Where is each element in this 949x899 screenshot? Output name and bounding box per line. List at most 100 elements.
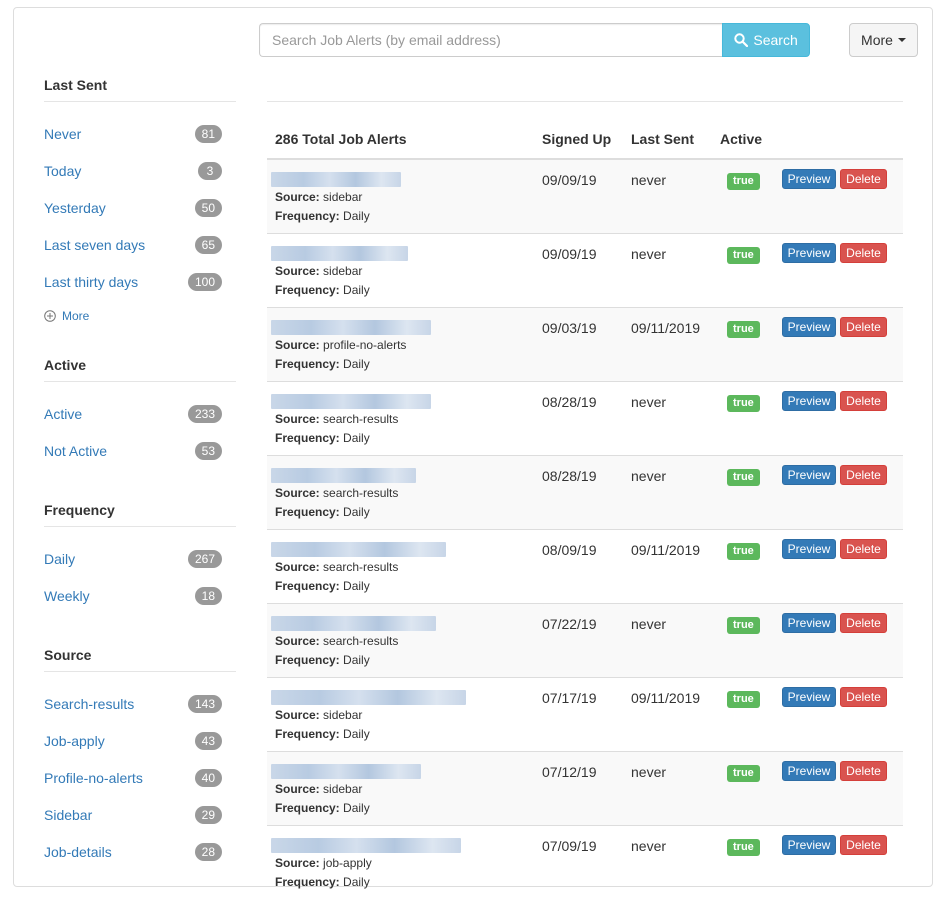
active-status-badge: true bbox=[727, 469, 760, 486]
count-badge: 81 bbox=[194, 125, 222, 143]
redacted-email bbox=[271, 764, 421, 779]
last-sent-value: never bbox=[631, 468, 667, 484]
preview-button[interactable]: Preview bbox=[782, 391, 836, 411]
facet-link[interactable]: Job-details bbox=[44, 844, 112, 860]
source-value: sidebar bbox=[323, 190, 363, 204]
preview-button[interactable]: Preview bbox=[782, 465, 836, 485]
count-badge: 3 bbox=[198, 162, 222, 180]
frequency-label: Frequency: bbox=[275, 653, 340, 667]
delete-button[interactable]: Delete bbox=[840, 539, 887, 559]
facet-item-job-details[interactable]: Job-details 28 bbox=[44, 841, 222, 863]
facet-item-job-apply[interactable]: Job-apply 43 bbox=[44, 730, 222, 752]
search-input[interactable] bbox=[259, 23, 723, 57]
facet-item-sidebar[interactable]: Sidebar 29 bbox=[44, 804, 222, 826]
delete-button[interactable]: Delete bbox=[840, 465, 887, 485]
source-line: Source: search-results bbox=[275, 412, 398, 426]
facet-link[interactable]: Profile-no-alerts bbox=[44, 770, 143, 786]
delete-button[interactable]: Delete bbox=[840, 169, 887, 189]
table-row: Source: search-results Frequency: Daily 08… bbox=[267, 529, 903, 603]
delete-button[interactable]: Delete bbox=[840, 835, 887, 855]
frequency-line: Frequency: Daily bbox=[275, 209, 370, 223]
facet-link[interactable]: Active bbox=[44, 406, 82, 422]
more-dropdown-button[interactable]: More bbox=[849, 23, 918, 57]
signed-up-date: 07/12/19 bbox=[542, 764, 597, 780]
search-button[interactable]: Search bbox=[722, 23, 810, 57]
redacted-email bbox=[271, 468, 416, 483]
source-value: search-results bbox=[323, 560, 399, 574]
facet-item-today[interactable]: Today 3 bbox=[44, 160, 222, 182]
facet-link[interactable]: Job-apply bbox=[44, 733, 105, 749]
facet-item-weekly[interactable]: Weekly 18 bbox=[44, 585, 222, 607]
facet-link[interactable]: Last seven days bbox=[44, 237, 145, 253]
preview-button[interactable]: Preview bbox=[782, 317, 836, 337]
facet-link[interactable]: Weekly bbox=[44, 588, 90, 604]
facet-title-source: Source bbox=[44, 647, 236, 672]
facet-item-profile-no-alerts[interactable]: Profile-no-alerts 40 bbox=[44, 767, 222, 789]
facet-link[interactable]: Never bbox=[44, 126, 81, 142]
source-label: Source: bbox=[275, 264, 320, 278]
frequency-value: Daily bbox=[343, 727, 370, 741]
count-badge: 28 bbox=[194, 843, 222, 861]
last-sent-value: never bbox=[631, 394, 667, 410]
facet-item-last-thirty-days[interactable]: Last thirty days 100 bbox=[44, 271, 222, 293]
active-status-badge: true bbox=[727, 765, 760, 782]
facet-item-search-results[interactable]: Search-results 143 bbox=[44, 693, 222, 715]
frequency-line: Frequency: Daily bbox=[275, 431, 370, 445]
preview-button[interactable]: Preview bbox=[782, 613, 836, 633]
delete-button[interactable]: Delete bbox=[840, 243, 887, 263]
header-signed-up: Signed Up bbox=[542, 131, 612, 147]
facet-more-link[interactable]: More bbox=[44, 309, 89, 323]
signed-up-date: 09/09/19 bbox=[542, 246, 597, 262]
active-status-badge: true bbox=[727, 395, 760, 412]
signed-up-date: 07/17/19 bbox=[542, 690, 597, 706]
active-status-badge: true bbox=[727, 617, 760, 634]
facet-link[interactable]: Today bbox=[44, 163, 81, 179]
facet-item-active[interactable]: Active 233 bbox=[44, 403, 222, 425]
redacted-email bbox=[271, 838, 461, 853]
facet-title-frequency: Frequency bbox=[44, 502, 236, 527]
source-label: Source: bbox=[275, 486, 320, 500]
table-row: Source: sidebar Frequency: Daily 07/12/19 n… bbox=[267, 751, 903, 825]
delete-button[interactable]: Delete bbox=[840, 391, 887, 411]
source-line: Source: sidebar bbox=[275, 708, 362, 722]
signed-up-date: 07/09/19 bbox=[542, 838, 597, 854]
facet-item-last-seven-days[interactable]: Last seven days 65 bbox=[44, 234, 222, 256]
more-button-label: More bbox=[861, 32, 893, 48]
frequency-label: Frequency: bbox=[275, 801, 340, 815]
frequency-line: Frequency: Daily bbox=[275, 801, 370, 815]
preview-button[interactable]: Preview bbox=[782, 539, 836, 559]
count-badge: 100 bbox=[187, 273, 222, 291]
delete-button[interactable]: Delete bbox=[840, 761, 887, 781]
preview-button[interactable]: Preview bbox=[782, 835, 836, 855]
facet-link[interactable]: Yesterday bbox=[44, 200, 106, 216]
divider bbox=[267, 101, 903, 102]
source-value: sidebar bbox=[323, 782, 363, 796]
source-line: Source: sidebar bbox=[275, 264, 362, 278]
facet-link[interactable]: Sidebar bbox=[44, 807, 92, 823]
facet-item-yesterday[interactable]: Yesterday 50 bbox=[44, 197, 222, 219]
preview-button[interactable]: Preview bbox=[782, 169, 836, 189]
facet-link[interactable]: Daily bbox=[44, 551, 75, 567]
last-sent-value: never bbox=[631, 764, 667, 780]
frequency-value: Daily bbox=[343, 209, 370, 223]
facet-item-daily[interactable]: Daily 267 bbox=[44, 548, 222, 570]
facet-link[interactable]: Not Active bbox=[44, 443, 107, 459]
preview-button[interactable]: Preview bbox=[782, 243, 836, 263]
signed-up-date: 08/28/19 bbox=[542, 468, 597, 484]
source-label: Source: bbox=[275, 856, 320, 870]
facet-item-never[interactable]: Never 81 bbox=[44, 123, 222, 145]
facet-link[interactable]: Last thirty days bbox=[44, 274, 138, 290]
delete-button[interactable]: Delete bbox=[840, 317, 887, 337]
delete-button[interactable]: Delete bbox=[840, 613, 887, 633]
preview-button[interactable]: Preview bbox=[782, 687, 836, 707]
count-badge: 50 bbox=[194, 199, 222, 217]
last-sent-value: 09/11/2019 bbox=[631, 320, 701, 336]
source-value: sidebar bbox=[323, 708, 363, 722]
facet-link[interactable]: Search-results bbox=[44, 696, 134, 712]
preview-button[interactable]: Preview bbox=[782, 761, 836, 781]
delete-button[interactable]: Delete bbox=[840, 687, 887, 707]
table-row: Source: search-results Frequency: Daily 08… bbox=[267, 455, 903, 529]
redacted-email bbox=[271, 542, 446, 557]
source-line: Source: search-results bbox=[275, 560, 398, 574]
facet-item-not-active[interactable]: Not Active 53 bbox=[44, 440, 222, 462]
